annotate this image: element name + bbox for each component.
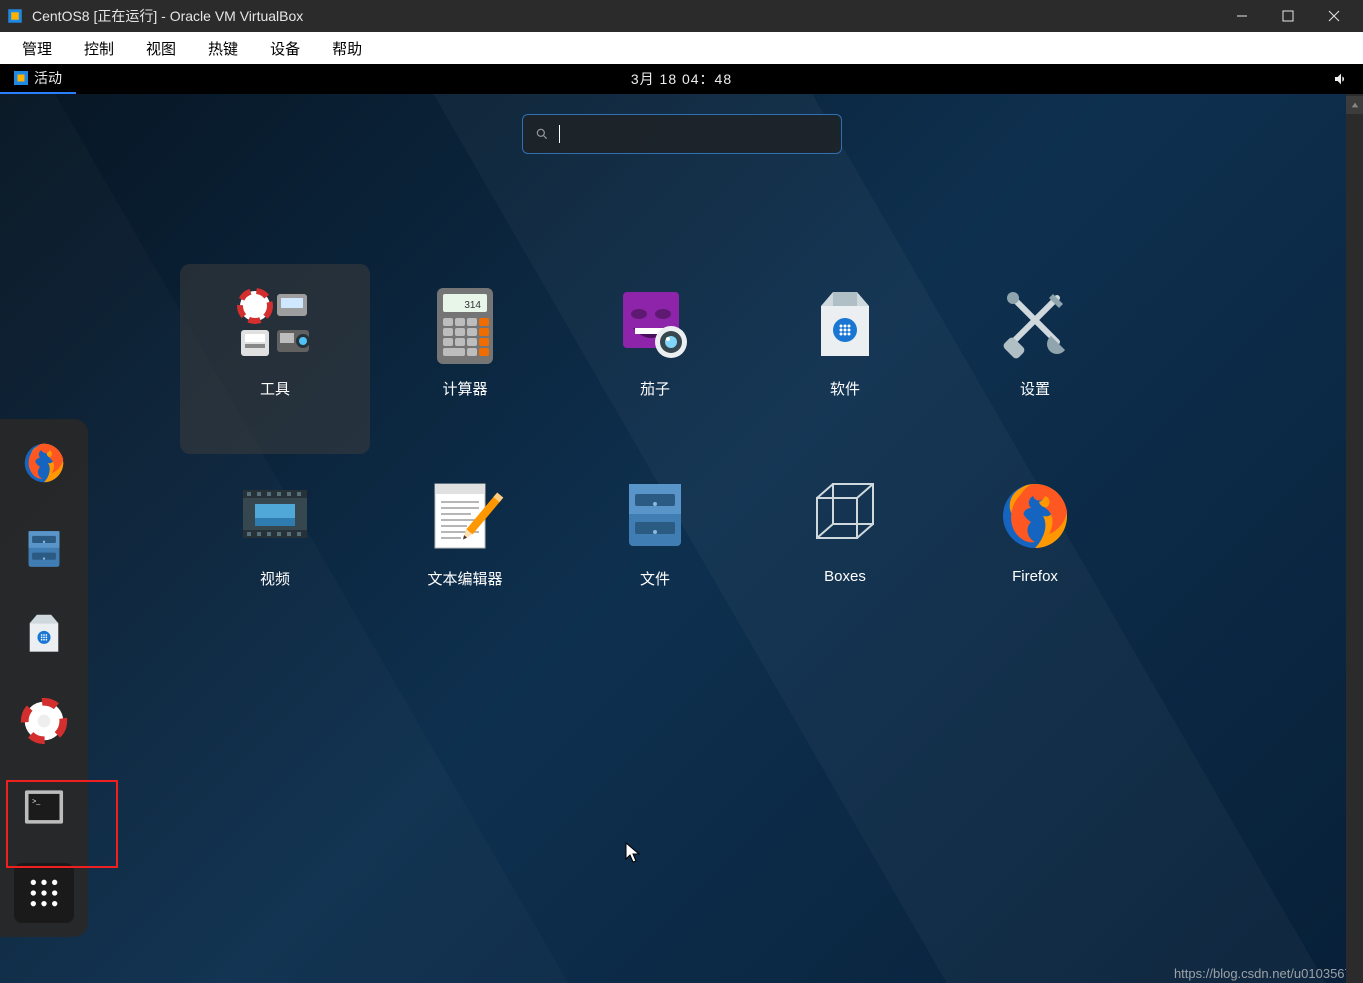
app-firefox[interactable]: Firefox: [940, 454, 1130, 644]
text-editor-icon: [423, 474, 507, 558]
firefox-icon: [17, 436, 71, 490]
close-button[interactable]: [1311, 0, 1357, 32]
vb-menu-control[interactable]: 控制: [68, 34, 130, 63]
firefox-icon: [993, 474, 1077, 558]
app-label: 视频: [260, 568, 290, 589]
terminal-icon: >_: [19, 782, 69, 832]
dock: >_: [0, 419, 88, 937]
app-label: 文件: [640, 568, 670, 589]
app-utilities[interactable]: 工具: [180, 264, 370, 454]
software-icon: [803, 284, 887, 368]
activities-icon: [14, 71, 28, 85]
dock-show-applications[interactable]: [14, 863, 74, 923]
search-caret: [559, 125, 560, 143]
app-label: 工具: [260, 378, 290, 399]
files-icon: [19, 524, 69, 574]
help-icon: [17, 694, 71, 748]
vb-menu-input[interactable]: 热键: [192, 34, 254, 63]
gnome-top-bar: 活动 3月 18 04：48: [0, 64, 1363, 94]
virtualbox-menubar: 管理 控制 视图 热键 设备 帮助: [0, 32, 1363, 64]
app-settings[interactable]: 设置: [940, 264, 1130, 454]
vb-menu-devices[interactable]: 设备: [254, 34, 316, 63]
calculator-icon: 314: [423, 284, 507, 368]
window-title: CentOS8 [正在运行] - Oracle VM VirtualBox: [32, 6, 303, 26]
videos-icon: [233, 474, 317, 558]
apps-grid-icon: [24, 873, 64, 913]
app-label: 文本编辑器: [427, 568, 502, 589]
mouse-cursor-icon: [625, 842, 641, 864]
activities-label: 活动: [34, 68, 62, 88]
search-box[interactable]: [522, 114, 842, 154]
vb-menu-help[interactable]: 帮助: [316, 34, 378, 63]
utilities-icon: [233, 284, 317, 368]
activities-button[interactable]: 活动: [0, 64, 76, 94]
files-icon: [613, 474, 697, 558]
svg-text:>_: >_: [32, 797, 41, 805]
minimize-button[interactable]: [1219, 0, 1265, 32]
app-calculator[interactable]: 314 计算器: [370, 264, 560, 454]
app-videos[interactable]: 视频: [180, 454, 370, 644]
app-software[interactable]: 软件: [750, 264, 940, 454]
cheese-icon: [613, 284, 697, 368]
watermark-text: https://blog.csdn.net/u01035676: [1174, 966, 1359, 981]
scrollbar-up-button[interactable]: [1346, 96, 1363, 114]
software-icon: [19, 610, 69, 660]
app-boxes[interactable]: Boxes: [750, 454, 940, 644]
dock-software[interactable]: [14, 605, 74, 665]
app-files[interactable]: 文件: [560, 454, 750, 644]
app-label: 计算器: [442, 378, 487, 399]
app-cheese[interactable]: 茄子: [560, 264, 750, 454]
app-label: Firefox: [1012, 568, 1058, 585]
app-text-editor[interactable]: 文本编辑器: [370, 454, 560, 644]
scrollbar-track[interactable]: [1346, 94, 1363, 983]
svg-text:314: 314: [464, 300, 481, 311]
vb-menu-view[interactable]: 视图: [130, 34, 192, 63]
dock-files[interactable]: [14, 519, 74, 579]
settings-icon: [993, 284, 1077, 368]
app-label: 软件: [830, 378, 860, 399]
clock[interactable]: 3月 18 04：48: [631, 69, 732, 89]
applications-grid: 工具 314 计算器: [180, 264, 1283, 644]
search-input[interactable]: [570, 126, 829, 143]
maximize-button[interactable]: [1265, 0, 1311, 32]
vb-menu-manage[interactable]: 管理: [6, 34, 68, 63]
virtualbox-logo-icon: [6, 7, 24, 25]
virtualbox-titlebar: CentOS8 [正在运行] - Oracle VM VirtualBox: [0, 0, 1363, 32]
dock-help[interactable]: [14, 691, 74, 751]
volume-icon: [1333, 71, 1349, 87]
dock-firefox[interactable]: [14, 433, 74, 493]
guest-desktop: 活动 3月 18 04：48 工具: [0, 64, 1363, 983]
app-label: 茄子: [640, 378, 670, 399]
app-label: Boxes: [824, 568, 866, 585]
dock-terminal[interactable]: >_: [14, 777, 74, 837]
boxes-icon: [803, 474, 887, 558]
system-tray[interactable]: [1333, 71, 1363, 87]
app-label: 设置: [1020, 378, 1050, 399]
search-icon: [535, 127, 549, 141]
